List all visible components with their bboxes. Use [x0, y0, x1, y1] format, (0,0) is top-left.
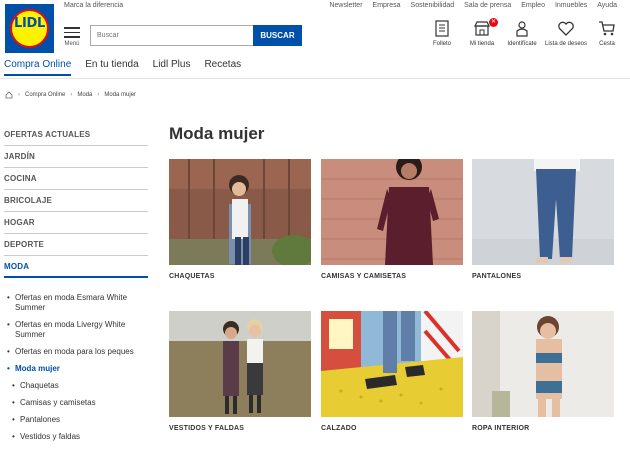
action-label: Folleto [432, 41, 451, 47]
sidebar-item-cocina[interactable]: COCINA [4, 168, 148, 190]
sidebar-subitem-peques[interactable]: Ofertas en moda para los peques [4, 347, 148, 357]
cart-icon [599, 21, 615, 36]
nav-compra-online[interactable]: Compra Online [4, 59, 72, 76]
top-link-newsletter[interactable]: Newsletter [329, 2, 362, 9]
logo-text: LIDL [14, 16, 45, 31]
nav-recetas[interactable]: Recetas [204, 59, 241, 76]
nav-lidl-plus[interactable]: Lidl Plus [153, 59, 191, 76]
action-folleto[interactable]: Folleto [422, 20, 462, 47]
store-badge-icon: ✕ [489, 18, 498, 27]
category-caption: ROPA INTERIOR [472, 425, 530, 432]
sidebar-item-jardin[interactable]: JARDÍN [4, 146, 148, 168]
category-caption: CHAQUETAS [169, 273, 215, 280]
flyer-icon [435, 20, 449, 37]
nav-en-tu-tienda[interactable]: En tu tienda [85, 59, 138, 76]
action-label: Mi tienda [469, 41, 495, 47]
category-image [169, 311, 311, 417]
action-mi-tienda[interactable]: ✕ Mi tienda [462, 18, 502, 47]
breadcrumb-separator: › [18, 92, 20, 98]
tagline: Marca la diferencia [64, 2, 124, 9]
sidebar-subsubitem-pantalones[interactable]: Pantalones [4, 415, 148, 425]
search-input[interactable] [90, 25, 253, 46]
action-cesta[interactable]: Cesta [590, 20, 624, 47]
sidebar-subsubitem-chaquetas[interactable]: Chaquetas [4, 381, 148, 391]
menu-button[interactable]: Menú [62, 24, 82, 47]
category-tile-vestidos[interactable]: VESTIDOS Y FALDAS [169, 311, 311, 432]
lidl-logo[interactable]: LIDL [5, 4, 54, 53]
sidebar-item-moda[interactable]: MODA [4, 256, 148, 278]
action-label: Cesta [599, 41, 615, 47]
category-caption: CAMISAS Y CAMISETAS [321, 273, 407, 280]
category-tile-pantalones[interactable]: PANTALONES [472, 159, 614, 280]
search-button[interactable]: BUSCAR [253, 25, 302, 46]
category-caption: VESTIDOS Y FALDAS [169, 425, 245, 432]
sidebar-subitem-moda-mujer[interactable]: Moda mujer [4, 364, 148, 374]
top-link-sostenibilidad[interactable]: Sostenibilidad [411, 2, 455, 9]
top-link-ayuda[interactable]: Ayuda [597, 2, 617, 9]
breadcrumb-compra-online[interactable]: Compra Online [25, 92, 65, 98]
action-label: Lista de deseos [544, 41, 588, 47]
category-sidebar: OFERTAS ACTUALES JARDÍN COCINA BRICOLAJE… [4, 124, 148, 449]
menu-label: Menú [64, 40, 80, 47]
top-link-empresa[interactable]: Empresa [373, 2, 401, 9]
category-image [472, 159, 614, 265]
category-tile-camisas[interactable]: CAMISAS Y CAMISETAS [321, 159, 463, 280]
category-caption: PANTALONES [472, 273, 522, 280]
heart-icon [558, 21, 574, 36]
top-links: Newsletter Empresa Sostenibilidad Sala d… [329, 2, 617, 9]
nav-divider [0, 78, 630, 79]
page-title: Moda mujer [169, 124, 265, 143]
header-actions: Folleto ✕ Mi tienda Identifícate Lista d… [422, 18, 624, 47]
user-icon [516, 21, 528, 37]
top-link-inmuebles[interactable]: Inmuebles [555, 2, 587, 9]
category-tile-calzado[interactable]: CALZADO [321, 311, 463, 432]
top-link-sala-prensa[interactable]: Sala de prensa [464, 2, 511, 9]
category-tile-chaquetas[interactable]: CHAQUETAS [169, 159, 311, 280]
sidebar-subsubitem-camisas[interactable]: Camisas y camisetas [4, 398, 148, 408]
action-lista-deseos[interactable]: Lista de deseos [542, 20, 590, 47]
main-nav: Compra Online En tu tienda Lidl Plus Rec… [0, 59, 251, 76]
category-caption: CALZADO [321, 425, 357, 432]
category-tile-ropa-interior[interactable]: ROPA INTERIOR [472, 311, 614, 432]
category-image [321, 159, 463, 265]
moda-mujer-list: Chaquetas Camisas y camisetas Pantalones… [4, 381, 148, 442]
sidebar-subitem-livergy[interactable]: Ofertas en moda Livergy White Summer [4, 320, 148, 340]
category-image [169, 159, 311, 265]
breadcrumb-moda[interactable]: Moda [77, 92, 92, 98]
action-identificate[interactable]: Identifícate [502, 20, 542, 47]
sidebar-item-deporte[interactable]: DEPORTE [4, 234, 148, 256]
sidebar-subsubitem-vestidos[interactable]: Vestidos y faldas [4, 432, 148, 442]
breadcrumb-separator: › [97, 92, 100, 98]
moda-subcategory-list: Ofertas en moda Esmara White Summer Ofer… [4, 293, 148, 374]
breadcrumb: › Compra Online › Moda › Moda mujer [5, 91, 136, 99]
breadcrumb-moda-mujer: Moda mujer [104, 92, 137, 98]
sidebar-item-ofertas[interactable]: OFERTAS ACTUALES [4, 124, 148, 146]
home-icon[interactable] [5, 91, 13, 99]
sidebar-subitem-esmara[interactable]: Ofertas en moda Esmara White Summer [4, 293, 148, 313]
hamburger-icon [64, 27, 80, 38]
sidebar-item-bricolaje[interactable]: BRICOLAJE [4, 190, 148, 212]
category-image [472, 311, 614, 417]
breadcrumb-separator: › [70, 92, 73, 98]
top-link-empleo[interactable]: Empleo [521, 2, 545, 9]
action-label: Identifícate [507, 41, 537, 47]
category-image [321, 311, 463, 417]
sidebar-item-hogar[interactable]: HOGAR [4, 212, 148, 234]
